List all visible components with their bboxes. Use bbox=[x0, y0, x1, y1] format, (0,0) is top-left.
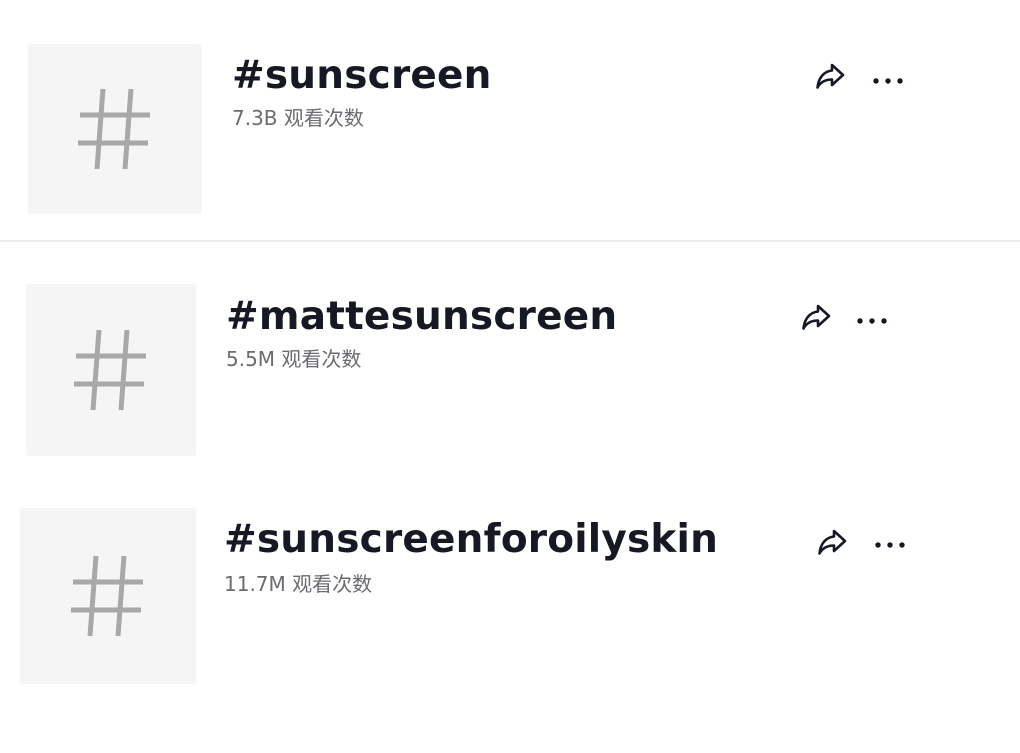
hashtag-thumbnail[interactable] bbox=[20, 508, 196, 684]
hashtag-icon bbox=[73, 327, 149, 413]
share-icon bbox=[814, 62, 846, 94]
hashtag-icon bbox=[77, 86, 153, 172]
share-icon bbox=[800, 303, 832, 335]
hashtag-title[interactable]: #sunscreenforoilyskin bbox=[224, 518, 718, 562]
more-button[interactable] bbox=[852, 298, 892, 338]
hashtag-result-row[interactable]: #sunscreen 7.3B 观看次数 bbox=[0, 0, 1020, 240]
share-button[interactable] bbox=[812, 524, 852, 564]
hashtag-thumbnail[interactable] bbox=[26, 284, 196, 456]
share-button[interactable] bbox=[796, 299, 836, 339]
hashtag-title[interactable]: #sunscreen bbox=[232, 54, 492, 98]
share-button[interactable] bbox=[810, 58, 850, 98]
hashtag-thumbnail[interactable] bbox=[28, 44, 202, 214]
more-icon bbox=[873, 69, 903, 88]
hashtag-title[interactable]: #mattesunscreen bbox=[226, 295, 617, 339]
share-icon bbox=[816, 528, 848, 560]
more-icon bbox=[875, 533, 905, 552]
hashtag-view-count: 7.3B 观看次数 bbox=[232, 106, 364, 130]
more-icon bbox=[857, 309, 887, 328]
hashtag-view-count: 5.5M 观看次数 bbox=[226, 347, 362, 371]
more-button[interactable] bbox=[868, 58, 908, 98]
hashtag-view-count: 11.7M 观看次数 bbox=[224, 572, 373, 596]
hashtag-icon bbox=[70, 553, 146, 639]
more-button[interactable] bbox=[870, 522, 910, 562]
hashtag-result-row[interactable]: #sunscreenforoilyskin 11.7M 观看次数 bbox=[0, 482, 1020, 722]
hashtag-result-row[interactable]: #mattesunscreen 5.5M 观看次数 bbox=[0, 242, 1020, 482]
